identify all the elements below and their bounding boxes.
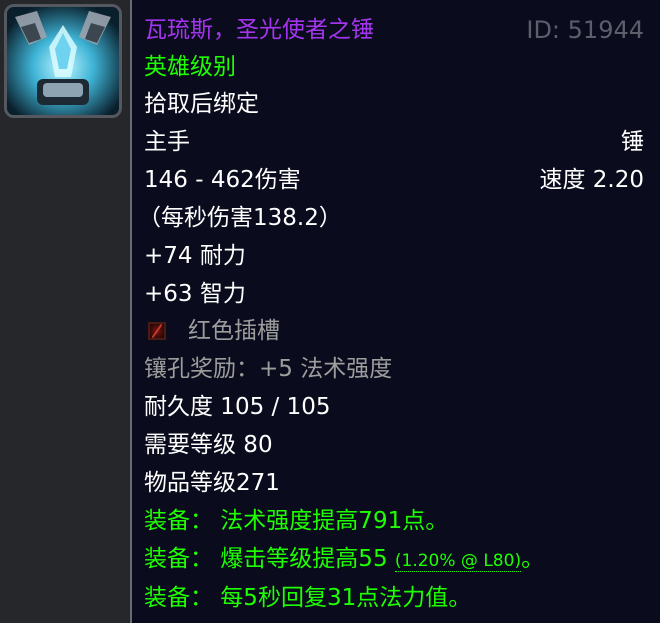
equip-mana-regen: 装备： 每5秒回复31点法力值。 (144, 585, 472, 611)
item-dps: （每秒伤害138.2） (138, 205, 342, 231)
red-socket-icon (148, 322, 166, 340)
socket-label: 红色插槽 (188, 318, 280, 344)
damage-row: 146 - 462伤害 速度 2.20 (144, 162, 644, 198)
crit-percent-note[interactable]: (1.20% @ L80) (394, 551, 522, 572)
equip-crit-end: 。 (521, 546, 545, 572)
left-panel (0, 0, 130, 623)
equip-crit-rating: 装备： 爆击等级提高55 (1.20% @ L80)。 (144, 541, 644, 577)
item-speed: 速度 2.20 (539, 167, 644, 193)
required-level: 需要等级 80 (144, 432, 273, 458)
item-quality: 英雄级别 (144, 54, 236, 80)
equip-crit-main: 装备： 爆击等级提高55 (144, 546, 388, 572)
item-id: ID: 51944 (526, 16, 644, 44)
socket-bonus: 镶孔奖励：+5 法术强度 (144, 356, 393, 382)
stat-stamina: +74 耐力 (144, 243, 246, 269)
item-name: 瓦琉斯，圣光使者之锤 (144, 17, 374, 43)
item-binding: 拾取后绑定 (144, 91, 259, 117)
slot-row: 主手 锤 (144, 124, 644, 160)
socket-row: 红色插槽 (144, 313, 644, 349)
mace-icon[interactable] (4, 4, 122, 118)
durability: 耐久度 105 / 105 (144, 394, 331, 420)
stat-intellect: +63 智力 (144, 281, 246, 307)
equip-spell-power: 装备： 法术强度提高791点。 (144, 508, 449, 534)
item-name-row: 瓦琉斯，圣光使者之锤 ID: 51944 (144, 12, 644, 48)
item-tooltip: 瓦琉斯，圣光使者之锤 ID: 51944 英雄级别 拾取后绑定 主手 锤 146… (130, 0, 660, 623)
item-slot: 主手 (144, 129, 190, 155)
item-damage: 146 - 462伤害 (144, 167, 301, 193)
item-level: 物品等级271 (144, 470, 280, 496)
item-type: 锤 (621, 129, 644, 155)
